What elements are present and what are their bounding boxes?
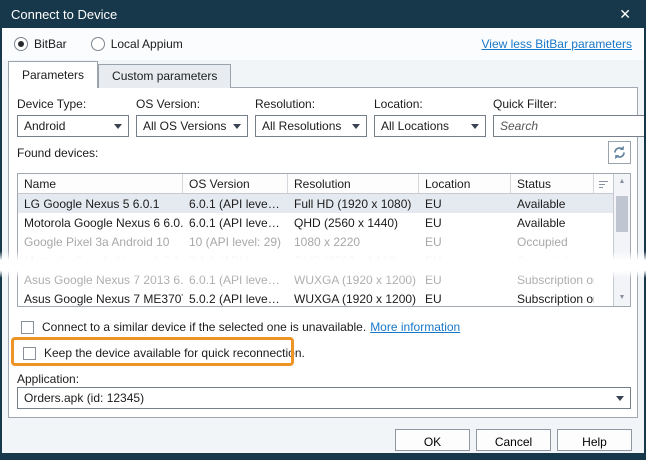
os-version-label: OS Version: bbox=[136, 97, 248, 111]
close-icon[interactable]: ✕ bbox=[615, 5, 635, 23]
tab-custom-parameters[interactable]: Custom parameters bbox=[98, 64, 231, 88]
location-select[interactable]: All Locations bbox=[374, 115, 486, 137]
engine-selector-row: BitBar Local Appium View less BitBar par… bbox=[2, 28, 644, 60]
quick-filter-label: Quick Filter: bbox=[493, 97, 646, 111]
scrollbar-up-icon[interactable]: ▲ bbox=[614, 174, 630, 190]
device-table: Name OS Version Resolution Location Stat… bbox=[17, 173, 631, 307]
refresh-icon bbox=[612, 145, 627, 160]
scrollbar-thumb[interactable] bbox=[616, 196, 628, 232]
view-less-bitbar-parameters-link[interactable]: View less BitBar parameters bbox=[481, 37, 632, 51]
filter-row: Device Type: Android OS Version: All OS … bbox=[17, 97, 629, 137]
similar-device-label: Connect to a similar device if the selec… bbox=[42, 320, 366, 334]
radio-button-icon bbox=[91, 37, 105, 51]
quick-reconnection-checkbox-row: Keep the device available for quick reco… bbox=[23, 346, 305, 360]
screenshot-tear-band bbox=[0, 251, 646, 278]
vertical-scrollbar[interactable]: ▲ ▼ bbox=[613, 174, 630, 306]
os-version-select[interactable]: All OS Versions bbox=[136, 115, 248, 137]
application-label: Application: bbox=[17, 372, 79, 386]
table-row[interactable]: LG Google Nexus 5 6.0.1 6.0.1 (API leve…… bbox=[18, 194, 630, 213]
tab-bar: Parameters Custom parameters bbox=[8, 61, 231, 88]
chevron-down-icon bbox=[114, 124, 122, 129]
radio-button-icon bbox=[14, 37, 28, 51]
table-row[interactable]: Asus Google Nexus 7 ME370T 5.0.2 5.0.2 (… bbox=[18, 289, 630, 307]
similar-device-checkbox-row: Connect to a similar device if the selec… bbox=[21, 320, 460, 334]
radio-local-appium[interactable]: Local Appium bbox=[91, 37, 183, 51]
column-header-status[interactable]: Status bbox=[511, 174, 594, 193]
radio-bitbar[interactable]: BitBar bbox=[14, 37, 67, 51]
chevron-down-icon bbox=[233, 124, 241, 129]
location-filter: Location: All Locations bbox=[374, 97, 486, 137]
sort-icon bbox=[599, 179, 608, 188]
device-type-select[interactable]: Android bbox=[17, 115, 129, 137]
found-devices-label: Found devices: bbox=[17, 146, 98, 160]
resolution-filter: Resolution: All Resolutions bbox=[255, 97, 367, 137]
chevron-down-icon bbox=[471, 124, 479, 129]
device-table-header: Name OS Version Resolution Location Stat… bbox=[18, 174, 630, 194]
cancel-button[interactable]: Cancel bbox=[476, 429, 551, 451]
sort-indicator-cell[interactable] bbox=[594, 174, 613, 193]
table-row[interactable]: Motorola Google Nexus 6 6.0.1 6.0.1 (API… bbox=[18, 213, 630, 232]
quick-filter-searchbox bbox=[493, 115, 646, 137]
ok-button[interactable]: OK bbox=[395, 429, 470, 451]
os-version-filter: OS Version: All OS Versions bbox=[136, 97, 248, 137]
application-select[interactable]: Orders.apk (id: 12345) bbox=[17, 387, 631, 409]
table-row[interactable]: Google Pixel 3a Android 10 10 (API level… bbox=[18, 232, 630, 251]
connect-to-device-dialog: Connect to Device ✕ BitBar Local Appium … bbox=[0, 0, 646, 460]
similar-device-checkbox[interactable] bbox=[21, 321, 34, 334]
column-header-os-version[interactable]: OS Version bbox=[183, 174, 288, 193]
radio-bitbar-label: BitBar bbox=[34, 37, 67, 51]
footer-buttons: OK Cancel Help bbox=[395, 429, 632, 451]
quick-filter: Quick Filter: bbox=[493, 97, 646, 137]
window-border bbox=[0, 453, 646, 460]
device-type-label: Device Type: bbox=[17, 97, 129, 111]
search-input[interactable] bbox=[500, 119, 646, 133]
location-label: Location: bbox=[374, 97, 486, 111]
resolution-label: Resolution: bbox=[255, 97, 367, 111]
chevron-down-icon bbox=[616, 396, 624, 401]
title-bar: Connect to Device ✕ bbox=[0, 0, 646, 28]
quick-reconnection-label: Keep the device available for quick reco… bbox=[44, 346, 305, 360]
radio-local-appium-label: Local Appium bbox=[111, 37, 183, 51]
device-type-filter: Device Type: Android bbox=[17, 97, 129, 137]
resolution-select[interactable]: All Resolutions bbox=[255, 115, 367, 137]
refresh-button[interactable] bbox=[608, 141, 631, 164]
scrollbar-down-icon[interactable]: ▼ bbox=[614, 290, 630, 306]
column-header-location[interactable]: Location bbox=[419, 174, 511, 193]
tab-parameters[interactable]: Parameters bbox=[8, 61, 98, 88]
window-border bbox=[0, 0, 2, 460]
chevron-down-icon bbox=[352, 124, 360, 129]
more-information-link[interactable]: More information bbox=[370, 320, 460, 334]
help-button[interactable]: Help bbox=[557, 429, 632, 451]
column-header-name[interactable]: Name bbox=[18, 174, 183, 193]
column-header-resolution[interactable]: Resolution bbox=[288, 174, 419, 193]
quick-reconnection-checkbox[interactable] bbox=[23, 347, 36, 360]
window-title: Connect to Device bbox=[11, 7, 117, 22]
